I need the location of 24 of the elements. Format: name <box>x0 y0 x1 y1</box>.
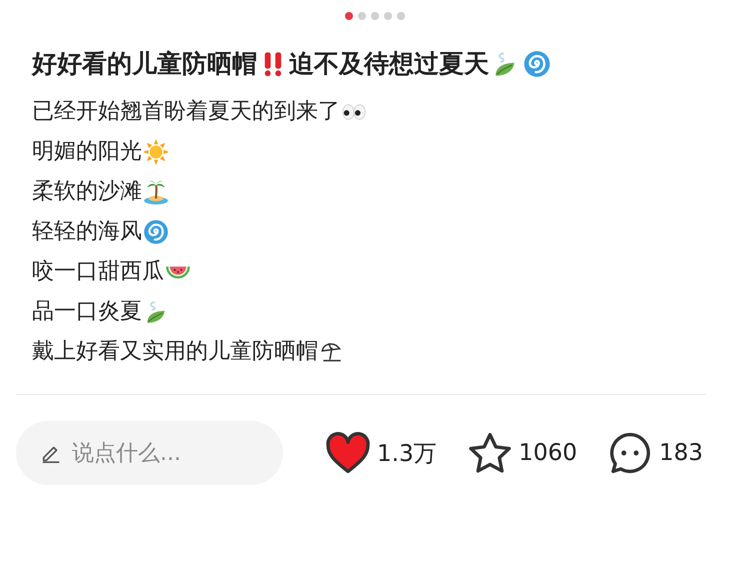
cyclone-icon <box>143 219 169 245</box>
like-count: 1.3万 <box>377 440 437 468</box>
collect-count: 1060 <box>518 440 578 466</box>
post-text-line: 明媚的阳光 <box>32 138 142 166</box>
post-text-line: 轻轻的海风 <box>32 218 142 246</box>
island-icon <box>143 179 169 205</box>
cyclone-icon <box>523 50 551 78</box>
post-text-line: 品一口炎夏 <box>32 298 142 326</box>
carousel-dot[interactable] <box>358 12 366 20</box>
post-text-line: 戴上好看又实用的儿童防晒帽 <box>32 338 318 366</box>
carousel-dot[interactable] <box>397 12 405 20</box>
post-text-line: 已经开始翘首盼着夏天的到来了 <box>32 98 340 126</box>
carousel-dot[interactable] <box>345 12 353 20</box>
comment-field[interactable]: 说点什么... <box>16 421 283 485</box>
post-title: 好好看的儿童防晒帽 <box>32 48 257 80</box>
post-title: 迫不及待想过夏天 <box>289 48 489 80</box>
post-text-line: 柔软的沙滩 <box>32 178 142 206</box>
sun-icon <box>143 139 169 165</box>
comment-count: 183 <box>659 440 704 466</box>
heart-icon[interactable] <box>325 431 371 475</box>
star-icon[interactable] <box>466 431 513 475</box>
carousel-dot[interactable] <box>371 12 379 20</box>
carousel-dot[interactable] <box>384 12 392 20</box>
post-text-line: 咬一口甜西瓜 <box>32 258 164 286</box>
